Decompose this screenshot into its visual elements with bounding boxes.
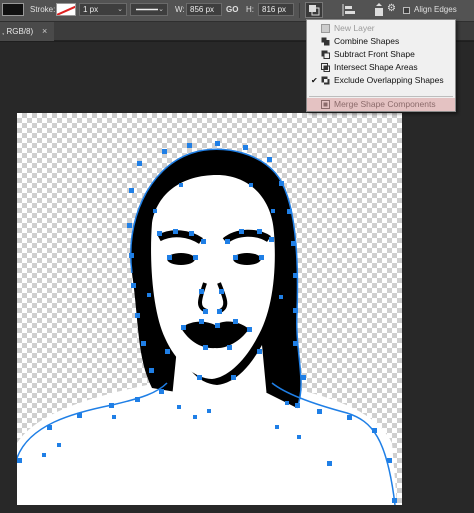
fill-color-swatch[interactable] xyxy=(2,3,24,16)
new-layer-icon xyxy=(321,24,330,33)
stroke-type-line-icon xyxy=(136,8,158,11)
width-label: W: xyxy=(175,5,185,14)
combine-shapes-icon xyxy=(321,37,330,46)
stroke-width-value: 1 px xyxy=(83,5,99,14)
menu-item-subtract-front-shape[interactable]: Subtract Front Shape xyxy=(307,48,455,61)
gear-icon[interactable]: ⚙ xyxy=(387,4,396,14)
chevron-down-icon: ⌄ xyxy=(117,6,123,13)
menu-item-new-layer[interactable]: New Layer xyxy=(307,22,455,35)
path-operations-icon[interactable] xyxy=(305,2,323,18)
intersect-shape-areas-icon xyxy=(321,63,330,72)
menu-item-label: Subtract Front Shape xyxy=(334,49,415,59)
menu-item-exclude-overlapping-shapes[interactable]: ✔ Exclude Overlapping Shapes xyxy=(307,74,455,87)
menu-item-label: New Layer xyxy=(334,23,375,33)
align-edges-label: Align Edges xyxy=(414,5,457,14)
menu-item-intersect-shape-areas[interactable]: Intersect Shape Areas xyxy=(307,61,455,74)
height-field[interactable]: 816 px xyxy=(258,3,294,16)
menu-item-label: Exclude Overlapping Shapes xyxy=(334,75,444,85)
exclude-overlapping-shapes-icon xyxy=(321,76,330,85)
close-icon[interactable]: × xyxy=(42,22,47,41)
width-field[interactable]: 856 px xyxy=(186,3,222,16)
chevron-down-icon: ⌄ xyxy=(158,6,164,13)
path-alignment-icon[interactable] xyxy=(340,2,358,18)
link-dimensions-icon[interactable]: GO xyxy=(226,5,238,15)
stroke-width-dropdown[interactable]: 1 px ⌄ xyxy=(79,3,127,16)
menu-item-label: Merge Shape Components xyxy=(334,99,436,109)
merge-shape-components-icon xyxy=(321,100,330,109)
subtract-front-shape-icon xyxy=(321,50,330,59)
stroke-type-dropdown[interactable]: ⌄ xyxy=(130,3,168,16)
menu-item-merge-shape-components[interactable]: Merge Shape Components xyxy=(307,98,455,111)
align-edges-checkbox[interactable] xyxy=(403,7,410,14)
check-icon: ✔ xyxy=(311,76,318,85)
path-operations-menu: New Layer Combine Shapes Subtract Front … xyxy=(306,19,456,112)
stroke-color-swatch[interactable] xyxy=(56,3,76,16)
menu-item-combine-shapes[interactable]: Combine Shapes xyxy=(307,35,455,48)
portrait-artwork[interactable] xyxy=(17,113,402,505)
height-label: H: xyxy=(246,5,254,14)
stroke-label: Stroke: xyxy=(30,5,56,14)
menu-item-label: Intersect Shape Areas xyxy=(334,62,418,72)
menu-divider xyxy=(309,96,453,97)
document-tab-label: , RGB/8) xyxy=(2,27,34,36)
divider xyxy=(299,3,300,18)
menu-item-label: Combine Shapes xyxy=(334,36,400,46)
document-tab[interactable]: , RGB/8) × xyxy=(0,22,54,41)
